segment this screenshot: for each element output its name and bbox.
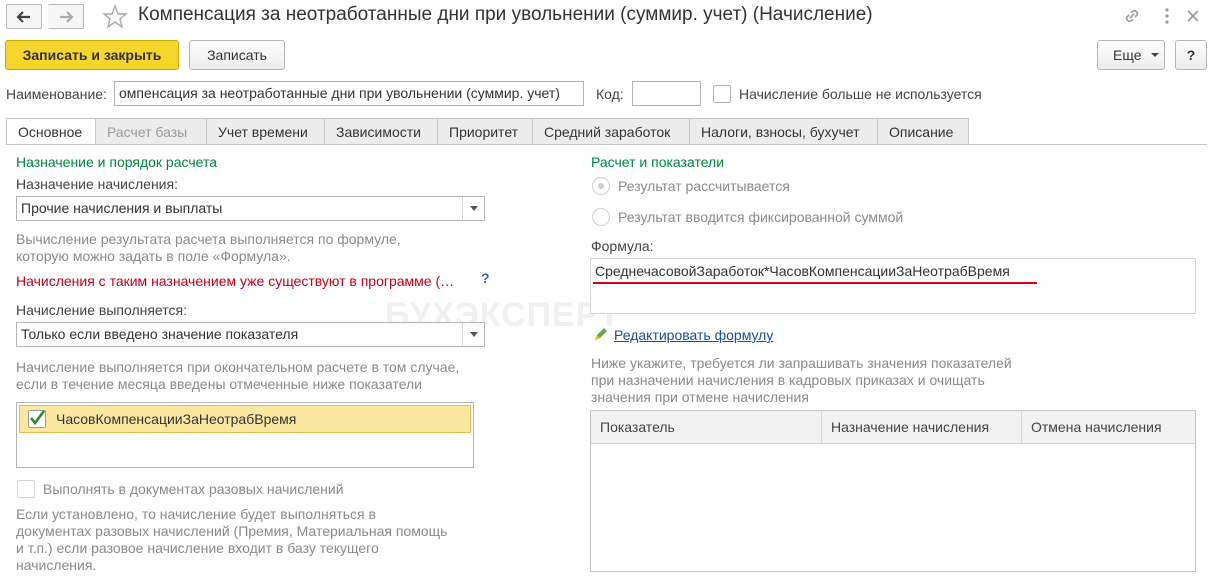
code-label: Код: (596, 86, 624, 102)
onetime-hint-line2: документах разовых начислений (Премия, М… (16, 523, 448, 539)
formula-field[interactable]: СреднечасовойЗаработок*ЧасовКомпенсацииЗ… (590, 258, 1196, 314)
tab-divider (6, 144, 1207, 145)
forward-button[interactable] (48, 4, 84, 29)
radio-fixed[interactable] (592, 208, 610, 226)
indicator-label: ЧасовКомпенсацииЗаНеотрабВремя (56, 411, 297, 427)
exec-hint-line1: Начисление выполняется при окончательном… (16, 359, 460, 375)
unused-label: Начисление больше не используется (739, 86, 982, 102)
onetime-label: Выполнять в документах разовых начислени… (43, 481, 344, 497)
tab-description[interactable]: Описание (878, 118, 969, 145)
dropdown-arrow-icon[interactable] (462, 197, 484, 220)
purpose-label: Назначение начисления: (16, 176, 178, 192)
tab-priority[interactable]: Приоритет (438, 118, 533, 145)
executes-select[interactable]: Только если введено значение показателя (16, 322, 485, 347)
help-button[interactable]: ? (1175, 40, 1207, 70)
onetime-hint-line3: и т.п.) если разовое начисление входит в… (16, 540, 379, 556)
request-hint-line2: при назначении начисления в кадровых при… (591, 372, 985, 388)
request-hint-line1: Ниже укажите, требуется ли запрашивать з… (591, 355, 1012, 371)
tab-average-earnings[interactable]: Средний заработок (533, 118, 690, 145)
radio-dot (598, 183, 604, 189)
more-vertical-icon[interactable] (1157, 6, 1177, 26)
tab-base-calc[interactable]: Расчет базы (96, 118, 207, 145)
window-title: Компенсация за неотработанные дни при ув… (138, 4, 873, 25)
name-input[interactable]: омпенсация за неотработанные дни при уво… (114, 81, 584, 106)
onetime-hint-line1: Если установлено, то начисление будет вы… (16, 506, 376, 522)
pencil-icon[interactable] (592, 327, 608, 346)
formula-underline (593, 282, 1037, 284)
indicator-checkbox[interactable] (28, 410, 46, 428)
column-header-cancel[interactable]: Отмена начисления (1022, 411, 1195, 443)
arrow-right-icon (59, 10, 74, 23)
favorite-star-icon[interactable] (102, 4, 128, 33)
warning-help-icon[interactable]: ? (481, 270, 490, 286)
chevron-down-icon (1150, 53, 1159, 57)
checkmark-icon (29, 410, 46, 426)
radio-fixed-label: Результат вводится фиксированной суммой (618, 209, 904, 225)
indicators-list: ЧасовКомпенсацииЗаНеотрабВремя (16, 402, 474, 468)
executes-label: Начисление выполняется: (16, 302, 187, 318)
column-header-assign[interactable]: Назначение начисления (822, 411, 1022, 443)
right-section-title: Расчет и показатели (591, 154, 725, 170)
radio-calculated[interactable] (592, 177, 610, 195)
unused-checkbox[interactable] (713, 85, 731, 103)
tab-bar: Основное Расчет базы Учет времени Зависи… (6, 118, 969, 145)
tab-time-accounting[interactable]: Учет времени (207, 118, 325, 145)
arrow-left-icon (16, 10, 30, 23)
tab-dependencies[interactable]: Зависимости (325, 118, 438, 145)
back-button[interactable] (6, 4, 42, 29)
name-label: Наименование: (6, 86, 107, 102)
exec-hint-line2: если в течение месяца введены отмеченные… (16, 376, 422, 392)
warning-message[interactable]: Начисления с таким назначением уже сущес… (16, 273, 454, 289)
indicators-table: Показатель Назначение начисления Отмена … (590, 410, 1196, 572)
code-input[interactable] (632, 81, 701, 106)
request-hint-line3: значения при отмене начисления (591, 389, 809, 405)
dropdown-arrow-icon[interactable] (462, 323, 484, 346)
more-button[interactable]: Еще (1097, 40, 1165, 70)
formula-hint-line1: Вычисление результата расчета выполняетс… (16, 231, 401, 247)
formula-label: Формула: (591, 238, 654, 254)
column-header-indicator[interactable]: Показатель (591, 411, 822, 443)
onetime-checkbox[interactable] (17, 480, 35, 498)
onetime-hint-line4: начисления. (16, 557, 97, 573)
tab-taxes[interactable]: Налоги, взносы, бухучет (690, 118, 878, 145)
more-label: Еще (1113, 47, 1142, 63)
save-button[interactable]: Записать (189, 40, 285, 70)
save-and-close-button[interactable]: Записать и закрыть (5, 40, 179, 70)
link-icon[interactable] (1122, 6, 1142, 26)
tab-main[interactable]: Основное (6, 118, 96, 145)
left-section-title: Назначение и порядок расчета (16, 154, 218, 170)
formula-hint-line2: которую можно задать в поле «Формула». (16, 248, 291, 264)
table-header: Показатель Назначение начисления Отмена … (591, 411, 1195, 444)
edit-formula-link[interactable]: Редактировать формулу (614, 327, 773, 343)
executes-value: Только если введено значение показателя (21, 326, 299, 342)
close-icon[interactable] (1183, 6, 1203, 26)
purpose-select[interactable]: Прочие начисления и выплаты (16, 196, 485, 221)
formula-text: СреднечасовойЗаработок*ЧасовКомпенсацииЗ… (595, 263, 1010, 279)
list-item[interactable]: ЧасовКомпенсацииЗаНеотрабВремя (19, 405, 471, 433)
purpose-value: Прочие начисления и выплаты (21, 200, 223, 216)
radio-calculated-label: Результат рассчитывается (618, 178, 790, 194)
